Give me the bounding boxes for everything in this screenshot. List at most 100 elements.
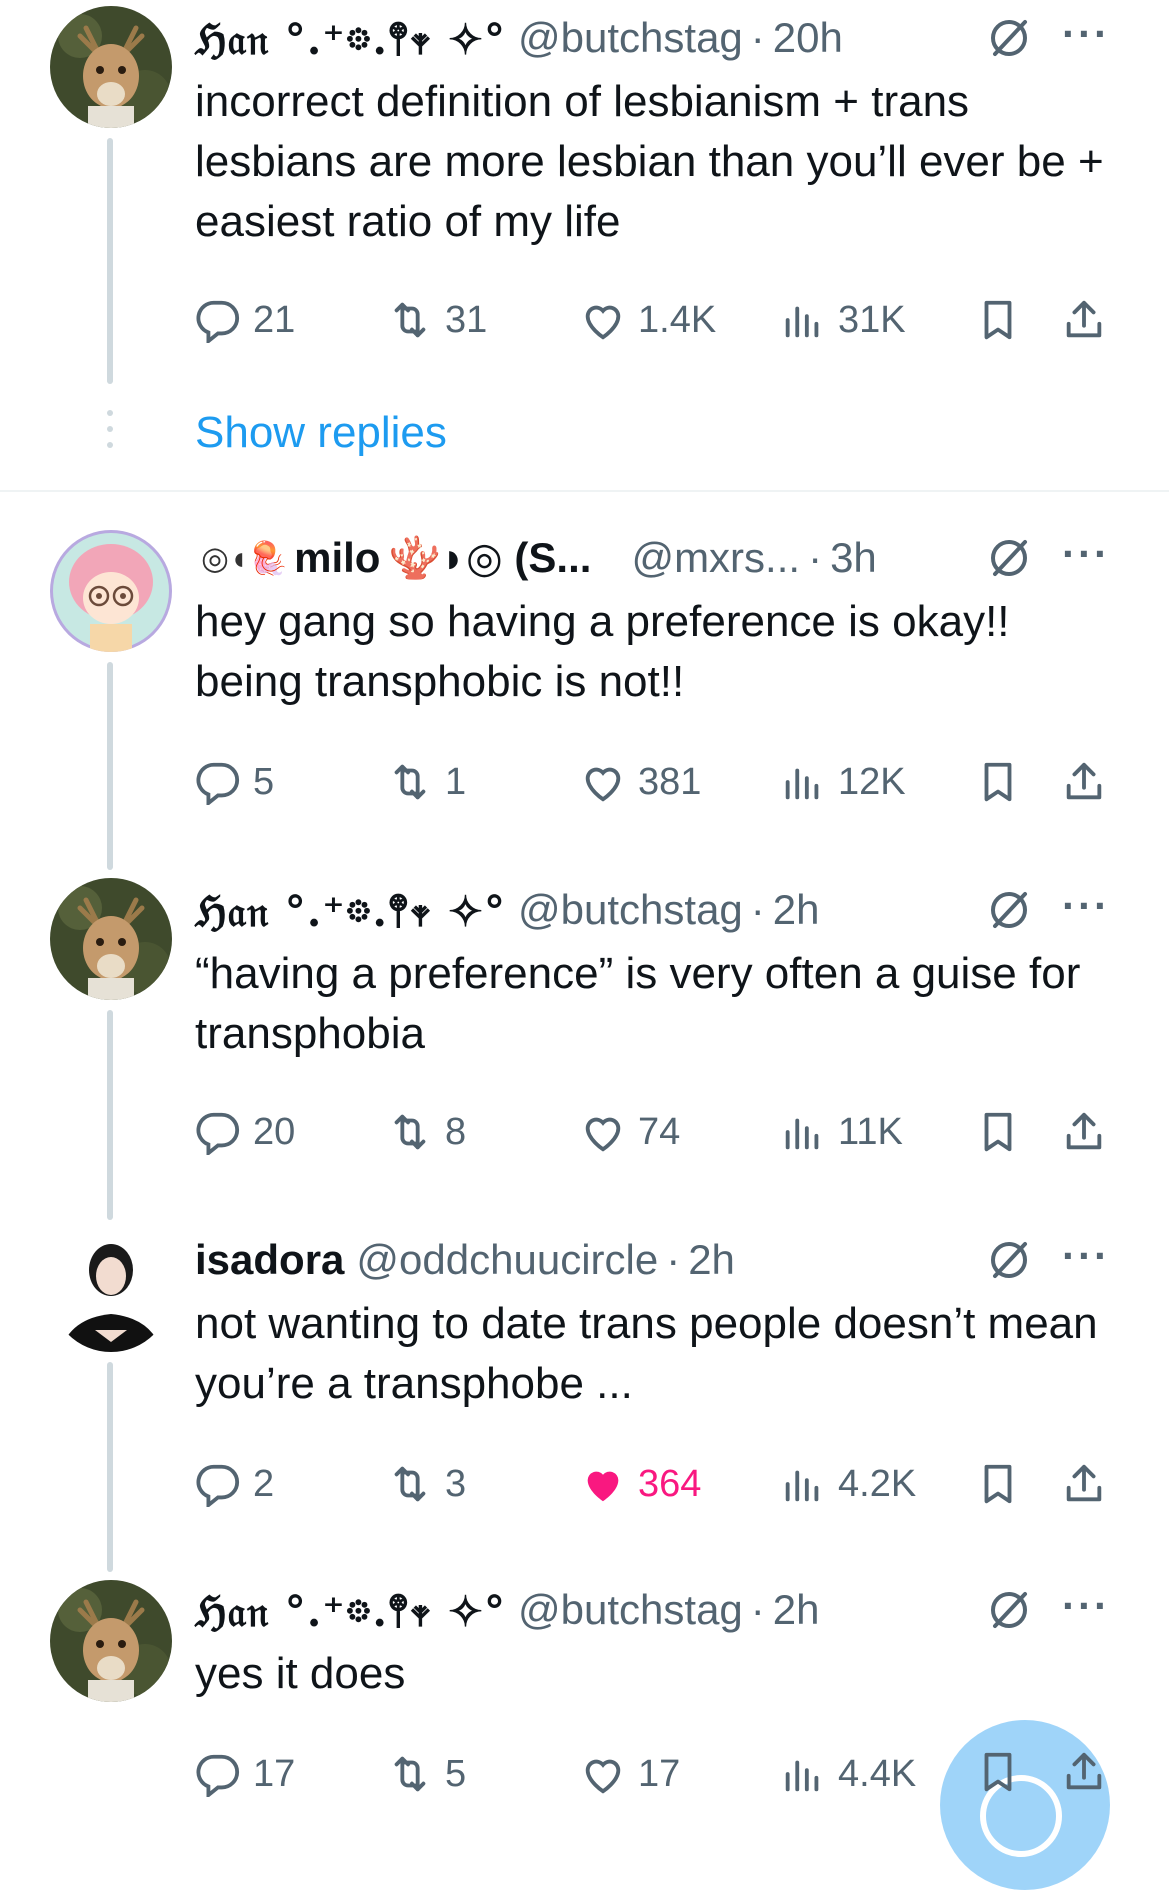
like-button[interactable]: 1.4K — [580, 290, 716, 350]
tweet-text: hey gang so having a preference is okay!… — [195, 597, 1010, 706]
anime-avatar-image — [50, 530, 172, 652]
views-button[interactable]: 4.2K — [780, 1454, 916, 1514]
grok-icon[interactable] — [985, 14, 1033, 62]
bookmark-icon[interactable] — [975, 1749, 1021, 1795]
thread-line — [107, 1362, 113, 1572]
views-icon — [780, 1461, 826, 1507]
handle[interactable]: @butchstag — [518, 1586, 743, 1634]
heart-icon — [580, 297, 626, 343]
grok-icon[interactable] — [985, 886, 1033, 934]
share-button[interactable] — [1061, 1102, 1119, 1162]
display-name[interactable]: ℌ𝔞𝔫 °.⁺𖡼.𖤣𖥧 ✧° — [195, 1582, 506, 1639]
share-button[interactable] — [1061, 752, 1119, 812]
handle[interactable]: @butchstag — [518, 886, 743, 934]
repost-button[interactable]: 31 — [387, 290, 487, 350]
display-name[interactable]: milo — [294, 534, 380, 582]
bookmark-icon — [975, 1109, 1021, 1155]
repost-button[interactable]: 8 — [387, 1102, 466, 1162]
separator-dot: · — [750, 14, 765, 61]
reply-count: 5 — [253, 760, 275, 803]
heart-icon — [580, 759, 626, 805]
heart-filled-icon — [580, 1461, 626, 1507]
views-button[interactable]: 4.4K — [780, 1744, 916, 1804]
like-count: 74 — [638, 1110, 681, 1153]
heart-icon — [580, 1751, 626, 1797]
avatar-butchstag[interactable] — [50, 878, 172, 1000]
like-button[interactable]: 364 — [580, 1454, 701, 1514]
separator-dot: · — [666, 1236, 681, 1283]
share-icon[interactable] — [1061, 1749, 1107, 1795]
reply-button[interactable]: 17 — [195, 1744, 295, 1804]
timestamp[interactable]: 2h — [688, 1236, 735, 1284]
deer-avatar-image — [50, 1580, 172, 1702]
tweet-text: not wanting to date trans people doesn’t… — [195, 1299, 1098, 1408]
grok-icon[interactable] — [985, 1236, 1033, 1284]
like-count: 364 — [638, 1462, 702, 1505]
timestamp[interactable]: 2h — [773, 886, 820, 934]
reply-button[interactable]: 21 — [195, 290, 295, 350]
views-button[interactable]: 12K — [780, 752, 906, 812]
like-button[interactable]: 17 — [580, 1744, 680, 1804]
more-icon[interactable]: ··· — [1062, 882, 1110, 930]
timestamp[interactable]: 3h — [830, 534, 877, 582]
separator-dot: · — [750, 1586, 765, 1633]
views-button[interactable]: 11K — [780, 1102, 903, 1162]
avatar-milo[interactable] — [50, 530, 172, 652]
repost-count: 8 — [445, 1110, 467, 1153]
separator-dot: · — [750, 886, 765, 933]
tweet-text: yes it does — [195, 1649, 406, 1698]
views-button[interactable]: 31K — [780, 290, 906, 350]
bookmark-button[interactable] — [975, 1454, 1033, 1514]
bookmark-button[interactable] — [975, 752, 1033, 812]
repost-icon — [387, 1751, 433, 1797]
avatar-butchstag[interactable] — [50, 6, 172, 128]
handle[interactable]: @mxrs... — [631, 534, 800, 582]
thread-line — [107, 662, 113, 870]
reply-button[interactable]: 5 — [195, 752, 274, 812]
like-button[interactable]: 74 — [580, 1102, 680, 1162]
avatar-isadora[interactable] — [50, 1230, 172, 1352]
more-icon[interactable]: ··· — [1062, 10, 1110, 58]
share-button[interactable] — [1061, 290, 1119, 350]
more-icon[interactable]: ··· — [1062, 1232, 1110, 1280]
share-button[interactable] — [1061, 1454, 1119, 1514]
display-name[interactable]: ℌ𝔞𝔫 °.⁺𖡼.𖤣𖥧 ✧° — [195, 882, 506, 939]
avatar-butchstag[interactable] — [50, 1580, 172, 1702]
grok-icon[interactable] — [985, 534, 1033, 582]
views-icon — [780, 1751, 826, 1797]
repost-button[interactable]: 3 — [387, 1454, 466, 1514]
like-button[interactable]: 381 — [580, 752, 701, 812]
bookmark-button[interactable] — [975, 290, 1033, 350]
repost-icon — [387, 1109, 433, 1155]
photo-avatar-image — [50, 1230, 172, 1352]
timestamp[interactable]: 20h — [773, 14, 843, 62]
bookmark-button[interactable] — [975, 1102, 1033, 1162]
action-bar: 5 1 381 12K — [195, 752, 1115, 812]
reply-button[interactable]: 2 — [195, 1454, 274, 1514]
reply-count: 17 — [253, 1752, 296, 1795]
more-icon[interactable]: ··· — [1062, 530, 1110, 578]
views-count: 31K — [838, 298, 906, 341]
reply-count: 2 — [253, 1462, 275, 1505]
display-name[interactable]: ℌ𝔞𝔫 °.⁺𖡼.𖤣𖥧 ✧° — [195, 10, 506, 67]
repost-button[interactable]: 5 — [387, 1744, 466, 1804]
reply-button[interactable]: 20 — [195, 1102, 295, 1162]
repost-count: 31 — [445, 298, 488, 341]
thread-dots — [107, 410, 113, 458]
more-icon[interactable]: ··· — [1062, 1582, 1110, 1630]
display-name[interactable]: isadora — [195, 1236, 344, 1284]
repost-icon — [387, 1461, 433, 1507]
handle[interactable]: @oddchuucircle — [356, 1236, 658, 1284]
name-prefix-emoji: ◎◖🪼 — [201, 540, 289, 576]
show-replies-link[interactable]: Show replies — [195, 408, 447, 458]
repost-count: 5 — [445, 1752, 467, 1795]
timestamp[interactable]: 2h — [773, 1586, 820, 1634]
handle[interactable]: @butchstag — [518, 14, 743, 62]
repost-button[interactable]: 1 — [387, 752, 466, 812]
deer-avatar-image — [50, 878, 172, 1000]
grok-icon[interactable] — [985, 1586, 1033, 1634]
bookmark-icon — [975, 759, 1021, 805]
reply-icon — [195, 1751, 241, 1797]
views-icon — [780, 297, 826, 343]
like-count: 17 — [638, 1752, 681, 1795]
